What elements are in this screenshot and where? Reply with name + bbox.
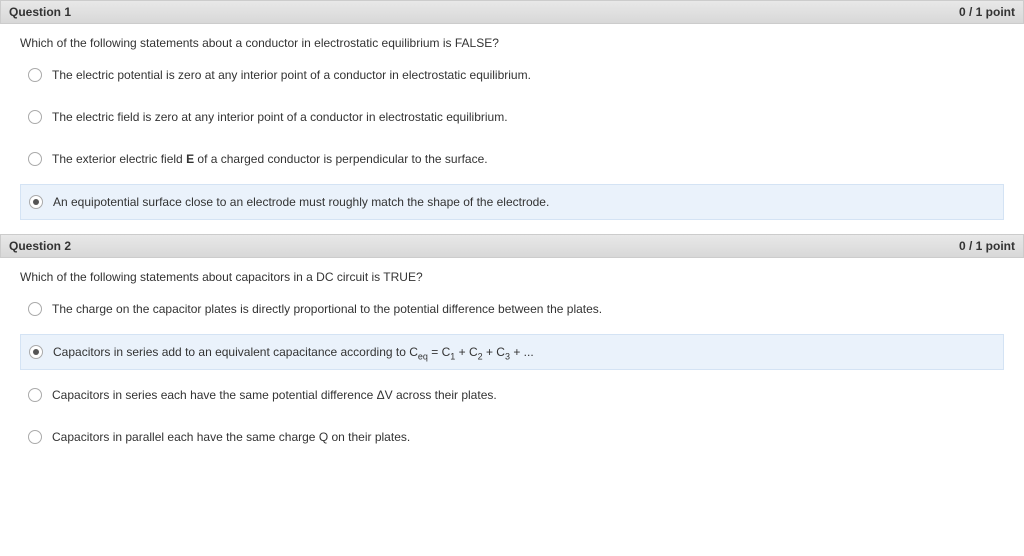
option-row[interactable]: An equipotential surface close to an ele… — [20, 184, 1004, 220]
options-group: The charge on the capacitor plates is di… — [0, 292, 1024, 468]
question-prompt: Which of the following statements about … — [0, 24, 1024, 58]
question-points: 0 / 1 point — [959, 239, 1015, 253]
option-text: The electric potential is zero at any in… — [52, 68, 531, 82]
radio-icon[interactable] — [28, 430, 42, 444]
question-title: Question 2 — [9, 239, 71, 253]
option-row[interactable]: Capacitors in parallel each have the sam… — [20, 420, 1004, 454]
option-row[interactable]: The charge on the capacitor plates is di… — [20, 292, 1004, 326]
radio-icon[interactable] — [28, 110, 42, 124]
question-prompt: Which of the following statements about … — [0, 258, 1024, 292]
radio-icon[interactable] — [28, 152, 42, 166]
radio-icon[interactable] — [28, 388, 42, 402]
radio-icon[interactable] — [29, 345, 43, 359]
option-text: The exterior electric field E of a charg… — [52, 152, 488, 166]
radio-icon[interactable] — [28, 302, 42, 316]
option-text: Capacitors in parallel each have the sam… — [52, 430, 410, 444]
option-text: The charge on the capacitor plates is di… — [52, 302, 602, 316]
option-text: The electric field is zero at any interi… — [52, 110, 508, 124]
option-text: Capacitors in series each have the same … — [52, 388, 497, 402]
option-text: Capacitors in series add to an equivalen… — [53, 345, 534, 359]
quiz-container: Question 1 0 / 1 point Which of the follow… — [0, 0, 1024, 468]
option-row[interactable]: The exterior electric field E of a charg… — [20, 142, 1004, 176]
radio-icon[interactable] — [28, 68, 42, 82]
radio-icon[interactable] — [29, 195, 43, 209]
option-text: An equipotential surface close to an ele… — [53, 195, 549, 209]
question-header: Question 1 0 / 1 point — [0, 0, 1024, 24]
options-group: The electric potential is zero at any in… — [0, 58, 1024, 234]
option-row[interactable]: Capacitors in series each have the same … — [20, 378, 1004, 412]
question-header: Question 2 0 / 1 point — [0, 234, 1024, 258]
option-row[interactable]: Capacitors in series add to an equivalen… — [20, 334, 1004, 370]
option-row[interactable]: The electric field is zero at any interi… — [20, 100, 1004, 134]
question-title: Question 1 — [9, 5, 71, 19]
question-points: 0 / 1 point — [959, 5, 1015, 19]
option-row[interactable]: The electric potential is zero at any in… — [20, 58, 1004, 92]
